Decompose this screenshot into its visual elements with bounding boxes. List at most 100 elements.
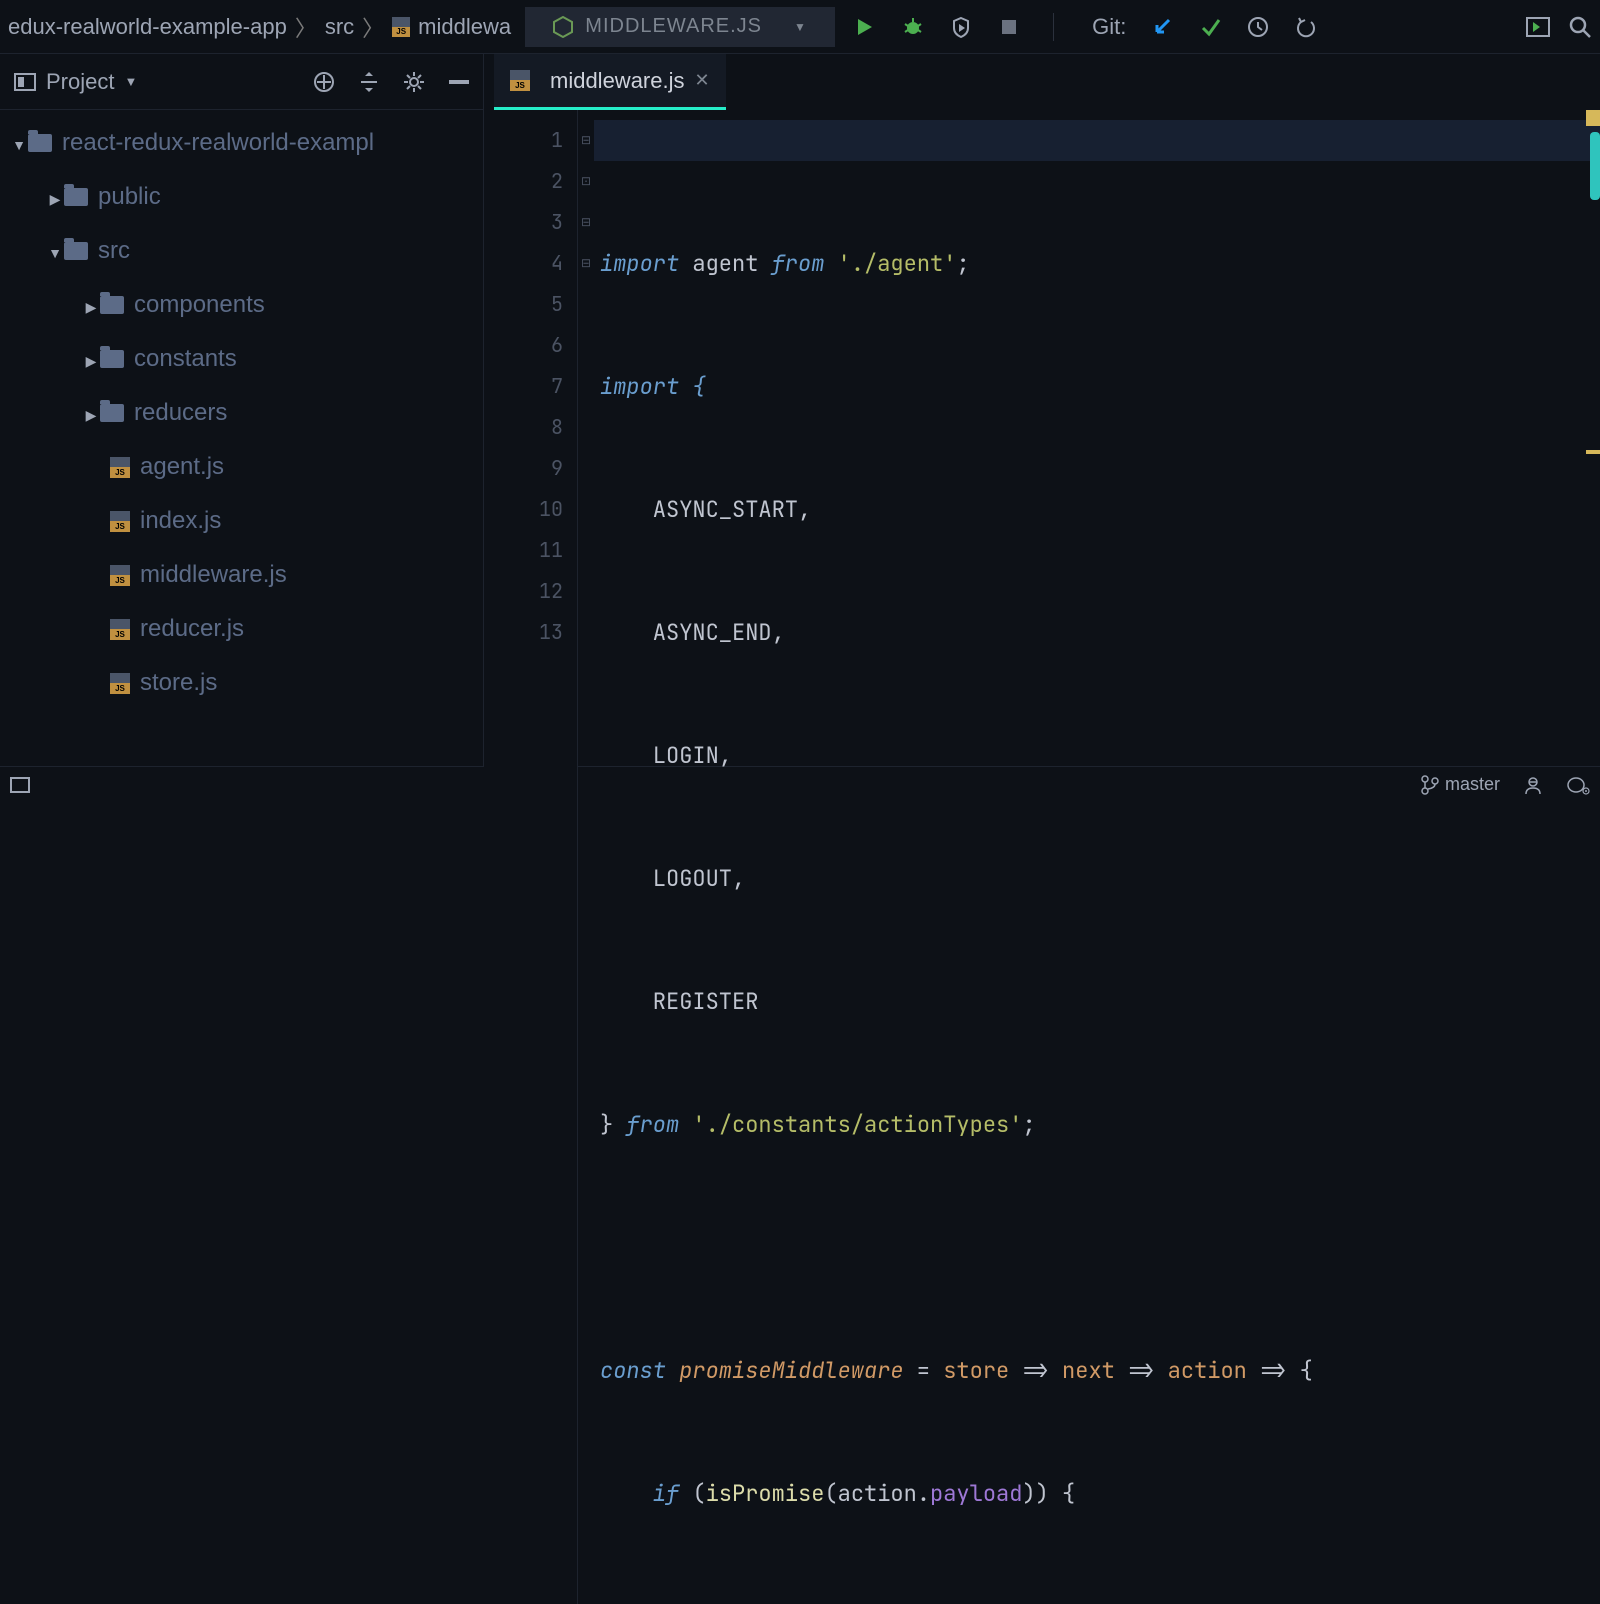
breadcrumb[interactable]: edux-realworld-example-app 〉 src 〉 JS mi… [8, 11, 511, 43]
folder-icon [100, 350, 124, 368]
tab-label: middleware.js [550, 68, 685, 94]
git-update-icon[interactable] [1150, 15, 1174, 39]
current-line-highlight [594, 120, 1600, 161]
folder-icon [64, 242, 88, 260]
line-number[interactable]: 6 [484, 325, 563, 366]
tree-arrow-icon[interactable] [10, 129, 28, 157]
project-tool-header: Project ▼ [0, 54, 483, 110]
fold-gutter[interactable]: ⊟ ⊡ ⊟ ⊟ [578, 110, 594, 1604]
breadcrumb-sep: 〉 [295, 11, 317, 43]
code-area[interactable]: 1 2 3 4 5 6 7 8 9 10 11 12 13 ⊟ ⊡ ⊟ ⊟ [484, 110, 1600, 1604]
stop-icon[interactable] [997, 15, 1021, 39]
fold-marker[interactable]: ⊡ [578, 161, 594, 202]
code-content[interactable]: import agent from './agent'; import { AS… [594, 110, 1600, 1604]
folder-icon [64, 188, 88, 206]
tree-file-index[interactable]: JS index.js [0, 494, 483, 548]
chevron-down-icon[interactable]: ▼ [124, 74, 137, 89]
tree-label: src [98, 237, 130, 265]
line-number[interactable]: 4 [484, 243, 563, 284]
line-number[interactable]: 11 [484, 530, 563, 571]
tree-root[interactable]: react-redux-realworld-exampl [0, 116, 483, 170]
git-commit-icon[interactable] [1198, 15, 1222, 39]
js-file-icon: JS [110, 673, 130, 694]
git-rollback-icon[interactable] [1294, 15, 1318, 39]
breadcrumb-sep: 〉 [362, 11, 384, 43]
stripe-marker[interactable] [1586, 450, 1600, 454]
js-file-icon: JS [510, 70, 530, 91]
close-icon[interactable]: ✕ [695, 70, 710, 91]
line-number[interactable]: 5 [484, 284, 563, 325]
git-label: Git: [1092, 14, 1126, 40]
line-number[interactable]: 1 [484, 120, 563, 161]
line-number[interactable]: 8 [484, 407, 563, 448]
js-file-icon: JS [392, 17, 410, 37]
nodejs-icon [553, 16, 573, 38]
hide-tool-window-icon[interactable] [449, 80, 469, 84]
toolbar-right [1526, 15, 1592, 39]
toolbar-run-actions: Git: [853, 13, 1318, 41]
tree-label: react-redux-realworld-exampl [62, 129, 374, 157]
run-icon[interactable] [853, 15, 877, 39]
tree-label: public [98, 183, 161, 211]
tree-file-reducer[interactable]: JS reducer.js [0, 602, 483, 656]
scrollbar-thumb[interactable] [1590, 132, 1600, 200]
run-anything-icon[interactable] [1526, 17, 1550, 37]
tree-label: index.js [140, 507, 221, 535]
project-tool-window: Project ▼ react-redux-realworld-exampl p… [0, 54, 484, 766]
tab-middleware[interactable]: JS middleware.js ✕ [494, 54, 726, 110]
tree-folder-public[interactable]: public [0, 170, 483, 224]
tree-file-store[interactable]: JS store.js [0, 656, 483, 710]
line-number[interactable]: 7 [484, 366, 563, 407]
breadcrumb-file[interactable]: middlewa [418, 14, 511, 40]
folder-icon [100, 296, 124, 314]
tree-arrow-icon[interactable] [82, 291, 100, 319]
chevron-down-icon: ▼ [794, 20, 807, 34]
line-number[interactable]: 12 [484, 571, 563, 612]
fold-marker[interactable]: ⊟ [578, 202, 594, 243]
navigation-bar: edux-realworld-example-app 〉 src 〉 JS mi… [0, 0, 1600, 54]
tree-folder-reducers[interactable]: reducers [0, 386, 483, 440]
project-tree[interactable]: react-redux-realworld-exampl public src … [0, 110, 483, 766]
toolbar-divider [1053, 13, 1054, 41]
line-number-gutter[interactable]: 1 2 3 4 5 6 7 8 9 10 11 12 13 [484, 110, 578, 1604]
line-number[interactable]: 2 [484, 161, 563, 202]
tree-arrow-icon[interactable] [46, 237, 64, 265]
line-number[interactable]: 13 [484, 612, 563, 653]
tree-file-agent[interactable]: JS agent.js [0, 440, 483, 494]
search-icon[interactable] [1568, 15, 1592, 39]
tree-arrow-icon[interactable] [82, 399, 100, 427]
fold-marker[interactable]: ⊟ [578, 243, 594, 284]
coverage-icon[interactable] [949, 15, 973, 39]
gear-icon[interactable] [403, 71, 425, 93]
js-file-icon: JS [110, 511, 130, 532]
line-number[interactable]: 3 [484, 202, 563, 243]
tree-arrow-icon[interactable] [82, 345, 100, 373]
breadcrumb-folder[interactable]: src [325, 14, 354, 40]
editor-tabs: JS middleware.js ✕ [484, 54, 1600, 110]
tree-label: reducers [134, 399, 227, 427]
git-history-icon[interactable] [1246, 15, 1270, 39]
tree-file-middleware[interactable]: JS middleware.js [0, 548, 483, 602]
stripe-marker-warning[interactable] [1586, 110, 1600, 126]
js-file-icon: JS [110, 457, 130, 478]
tree-label: reducer.js [140, 615, 244, 643]
breadcrumb-project[interactable]: edux-realworld-example-app [8, 14, 287, 40]
fold-marker[interactable]: ⊟ [578, 120, 594, 161]
tool-window-quick-access-icon[interactable] [10, 777, 30, 793]
tree-folder-components[interactable]: components [0, 278, 483, 332]
js-file-icon: JS [110, 619, 130, 640]
tree-arrow-icon[interactable] [46, 183, 64, 211]
debug-icon[interactable] [901, 15, 925, 39]
tree-folder-src[interactable]: src [0, 224, 483, 278]
run-configuration-selector[interactable]: MIDDLEWARE.JS ▼ [525, 7, 835, 47]
select-opened-file-icon[interactable] [313, 71, 335, 93]
line-number[interactable]: 10 [484, 489, 563, 530]
line-number[interactable]: 9 [484, 448, 563, 489]
tree-label: constants [134, 345, 237, 373]
run-config-name: MIDDLEWARE.JS [585, 15, 762, 38]
tree-folder-constants[interactable]: constants [0, 332, 483, 386]
expand-all-icon[interactable] [359, 72, 379, 92]
tree-label: agent.js [140, 453, 224, 481]
tree-label: components [134, 291, 265, 319]
project-tool-title[interactable]: Project [46, 69, 114, 95]
